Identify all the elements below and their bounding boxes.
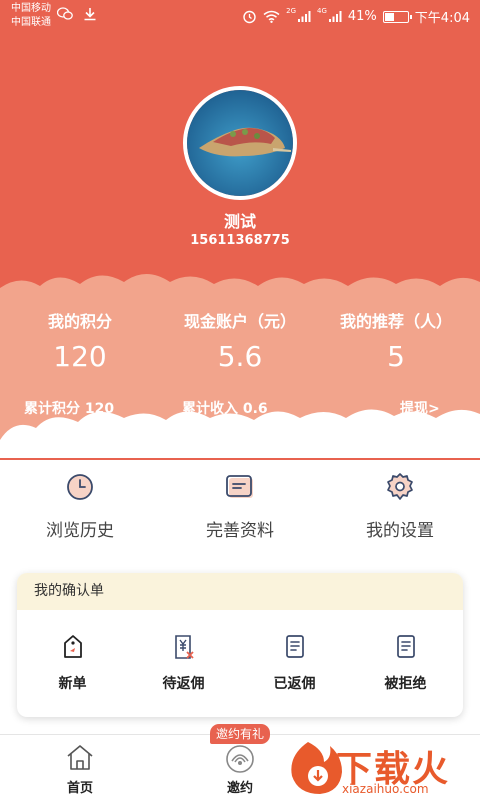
watermark-url: xiazaihuo.com [342,782,429,796]
order-rejected[interactable]: 被拒绝 [350,633,461,693]
document-icon [285,635,304,658]
download-icon [84,8,96,21]
network-2g-label: 2G [286,7,296,15]
quick-link-profile[interactable]: 完善资料 [160,470,320,541]
alarm-icon [243,10,256,24]
document-icon [396,635,415,658]
home-icon [67,745,93,770]
total-points: 累计积分 120 [24,401,115,417]
nav-home-label: 首页 [66,781,93,796]
stat-cash[interactable]: 现金账户（元） 5.6 [145,308,335,373]
tag-icon [63,635,82,658]
wifi-icon [263,10,280,23]
stat-referrals-label: 我的推荐（人） [339,312,452,331]
profile-card-icon [226,475,253,498]
status-bar: 中国移动 中国联通 2G 4G 41% 下午4:04 [0,0,480,34]
nav-invite[interactable]: 邀约 [195,741,285,796]
gear-icon [387,473,413,500]
clock-icon [67,474,93,500]
invite-promo-badge: 邀约有礼 [210,724,270,744]
quick-link-settings[interactable]: 我的设置 [320,470,480,541]
nav-invite-label: 邀约 [226,781,253,796]
profile-header: 测试 15611368775 我的积分 120 现金账户（元） 5.6 我的推荐… [0,0,480,460]
yen-cancel-icon [174,635,194,659]
invite-signal-icon [226,745,254,773]
order-commission-paid-label: 已返佣 [273,676,316,692]
clock: 下午4:04 [414,11,470,26]
quick-link-history[interactable]: 浏览历史 [0,470,160,541]
confirm-orders-card: 我的确认单 新单 待返佣 已返佣 被拒绝 [17,573,463,717]
order-pending-commission[interactable]: 待返佣 [128,633,239,693]
stat-points-label: 我的积分 [47,312,112,331]
quick-link-settings-label: 我的设置 [366,521,434,541]
quick-link-history-label: 浏览历史 [46,521,114,541]
card-title: 我的确认单 [17,573,463,610]
avatar[interactable] [183,86,297,200]
profile-screen: 测试 15611368775 我的积分 120 现金账户（元） 5.6 我的推荐… [0,0,480,800]
stat-cash-value: 5.6 [217,340,263,373]
notification-icons [57,7,97,21]
battery-icon [382,10,412,23]
nav-home[interactable]: 首页 [35,741,125,796]
total-income: 累计收入 0.6 [182,401,268,417]
carrier-info: 中国移动 中国联通 [11,2,51,30]
carrier-2: 中国联通 [11,17,51,28]
order-pending-commission-label: 待返佣 [162,676,205,692]
system-status: 2G 4G 41% 下午4:04 [242,7,470,26]
withdraw-link[interactable]: 提现> [400,398,440,418]
stat-referrals[interactable]: 我的推荐（人） 5 [316,308,476,373]
order-new[interactable]: 新单 [17,633,128,693]
stat-cash-label: 现金账户（元） [183,312,296,331]
wechat-icon [57,7,73,20]
stat-points[interactable]: 我的积分 120 [0,308,160,373]
username: 测试 [223,212,256,231]
stat-points-value: 120 [53,340,107,373]
battery-percent: 41% [347,9,377,24]
network-4g-label: 4G [317,7,327,15]
phone-number: 15611368775 [190,233,290,248]
quick-link-profile-label: 完善资料 [206,521,274,541]
signal-icon [298,11,311,22]
signal-icon [328,11,342,22]
order-new-label: 新单 [58,676,87,692]
avatar-image [187,90,293,196]
order-commission-paid[interactable]: 已返佣 [239,633,350,693]
carrier-1: 中国移动 [11,3,51,14]
order-rejected-label: 被拒绝 [384,676,427,692]
stat-referrals-value: 5 [387,340,405,373]
